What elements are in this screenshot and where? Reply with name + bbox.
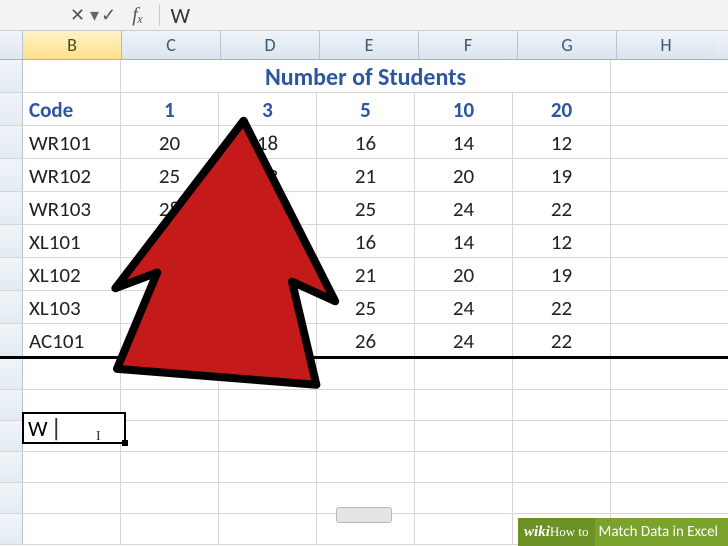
scrollbar-thumb[interactable] bbox=[336, 507, 392, 523]
cell[interactable]: 25 bbox=[121, 159, 219, 191]
row-gutter[interactable] bbox=[0, 192, 23, 224]
cell[interactable]: 16 bbox=[317, 126, 415, 158]
cancel-icon[interactable]: ✕ bbox=[70, 4, 85, 26]
row-gutter[interactable] bbox=[0, 452, 23, 482]
header-3: 3 bbox=[219, 93, 317, 125]
header-10: 10 bbox=[415, 93, 513, 125]
cell[interactable]: 22 bbox=[513, 192, 611, 224]
cell[interactable]: 25 bbox=[317, 192, 415, 224]
cell[interactable]: 19 bbox=[513, 159, 611, 191]
cell[interactable]: 21 bbox=[317, 258, 415, 290]
table-title-row: Number of Students bbox=[0, 60, 728, 93]
cell[interactable]: 28 bbox=[219, 324, 317, 356]
formula-input[interactable]: W bbox=[159, 4, 728, 26]
fx-icon[interactable]: fₓ bbox=[132, 4, 143, 27]
caption-bar: wikiHow to Match Data in Excel bbox=[518, 518, 728, 546]
cell-code[interactable]: AC101 bbox=[23, 324, 121, 356]
cell[interactable]: 12 bbox=[513, 225, 611, 257]
active-cell-value: W bbox=[28, 415, 48, 442]
cell[interactable]: 19 bbox=[513, 258, 611, 290]
row-gutter[interactable] bbox=[0, 324, 23, 356]
row-gutter[interactable] bbox=[0, 126, 23, 158]
row-gutter[interactable] bbox=[0, 258, 23, 290]
cell[interactable] bbox=[219, 291, 317, 323]
cell[interactable]: 20 bbox=[415, 258, 513, 290]
cell[interactable]: 2 bbox=[121, 225, 219, 257]
table-row: XL101 2 16 14 12 bbox=[0, 225, 728, 258]
cell[interactable]: 20 bbox=[415, 159, 513, 191]
cell-code[interactable]: XL102 bbox=[23, 258, 121, 290]
col-head-d[interactable]: D bbox=[221, 31, 320, 59]
table-row: WR103 28 25 24 22 bbox=[0, 192, 728, 225]
table-row bbox=[0, 452, 728, 483]
column-headers: B C D E F G H bbox=[0, 31, 728, 60]
cell[interactable]: 12 bbox=[513, 126, 611, 158]
cell[interactable]: 14 bbox=[415, 225, 513, 257]
cell-code[interactable]: XL101 bbox=[23, 225, 121, 257]
cell[interactable] bbox=[219, 225, 317, 257]
cell[interactable]: 24 bbox=[415, 192, 513, 224]
table-title: Number of Students bbox=[121, 60, 611, 92]
cell[interactable]: 22 bbox=[513, 324, 611, 356]
cell[interactable]: 14 bbox=[415, 126, 513, 158]
caption-text: Match Data in Excel bbox=[599, 523, 718, 541]
ibeam-cursor-icon: I bbox=[96, 429, 101, 445]
row-gutter[interactable] bbox=[0, 159, 23, 191]
row-gutter[interactable] bbox=[0, 359, 23, 389]
row-gutter[interactable] bbox=[0, 225, 23, 257]
table-row: XL102 3 21 20 19 bbox=[0, 258, 728, 291]
header-5: 5 bbox=[317, 93, 415, 125]
table-header-row: Code 1 3 5 10 20 bbox=[0, 93, 728, 126]
table-row: WR102 25 23 21 20 19 bbox=[0, 159, 728, 192]
header-code: Code bbox=[23, 93, 121, 125]
cell[interactable] bbox=[121, 291, 219, 323]
formula-bar: ▾ ✕ ✓ fₓ W bbox=[0, 0, 728, 31]
col-head-g[interactable]: G bbox=[518, 31, 617, 59]
cell[interactable]: 24 bbox=[415, 291, 513, 323]
cell-code[interactable]: WR103 bbox=[23, 192, 121, 224]
active-cell-edit[interactable]: W | I bbox=[22, 412, 126, 444]
cell[interactable]: 23 bbox=[219, 159, 317, 191]
col-head-f[interactable]: F bbox=[419, 31, 518, 59]
name-box-dropdown-icon[interactable]: ▾ bbox=[90, 4, 100, 14]
cell[interactable] bbox=[121, 258, 219, 290]
row-gutter[interactable] bbox=[0, 390, 23, 420]
cell[interactable] bbox=[219, 192, 317, 224]
cell[interactable]: 3 bbox=[219, 258, 317, 290]
cell-code[interactable]: WR102 bbox=[23, 159, 121, 191]
row-gutter[interactable] bbox=[0, 291, 23, 323]
cell[interactable]: 25 bbox=[317, 291, 415, 323]
cell[interactable]: 18 bbox=[219, 126, 317, 158]
header-20: 20 bbox=[513, 93, 611, 125]
cell[interactable]: 28 bbox=[121, 192, 219, 224]
text-caret-icon: | bbox=[50, 416, 57, 441]
col-head-e[interactable]: E bbox=[320, 31, 419, 59]
row-gutter[interactable] bbox=[0, 93, 23, 125]
table-row: WR101 20 18 16 14 12 bbox=[0, 126, 728, 159]
brand-label: wikiHow to bbox=[518, 518, 594, 546]
cell[interactable]: 20 bbox=[121, 126, 219, 158]
accept-icon[interactable]: ✓ bbox=[101, 4, 116, 26]
cell-code[interactable]: XL103 bbox=[23, 291, 121, 323]
grid[interactable]: Number of Students Code 1 3 5 10 20 WR10… bbox=[0, 60, 728, 545]
select-all-corner[interactable] bbox=[0, 31, 23, 59]
cell[interactable]: 21 bbox=[317, 159, 415, 191]
cell[interactable]: 16 bbox=[317, 225, 415, 257]
cell[interactable]: 26 bbox=[317, 324, 415, 356]
cell-code[interactable]: WR101 bbox=[23, 126, 121, 158]
row-gutter[interactable] bbox=[0, 421, 23, 451]
table-row bbox=[0, 359, 728, 390]
col-head-b[interactable]: B bbox=[23, 31, 122, 59]
cell[interactable]: 24 bbox=[415, 324, 513, 356]
cell[interactable]: 22 bbox=[513, 291, 611, 323]
table-row: AC101 28 26 24 22 bbox=[0, 324, 728, 359]
row-gutter[interactable] bbox=[0, 60, 23, 92]
col-head-c[interactable]: C bbox=[122, 31, 221, 59]
header-1: 1 bbox=[121, 93, 219, 125]
table-row: XL103 25 24 22 bbox=[0, 291, 728, 324]
col-head-h[interactable]: H bbox=[617, 31, 715, 59]
cell[interactable] bbox=[121, 324, 219, 356]
